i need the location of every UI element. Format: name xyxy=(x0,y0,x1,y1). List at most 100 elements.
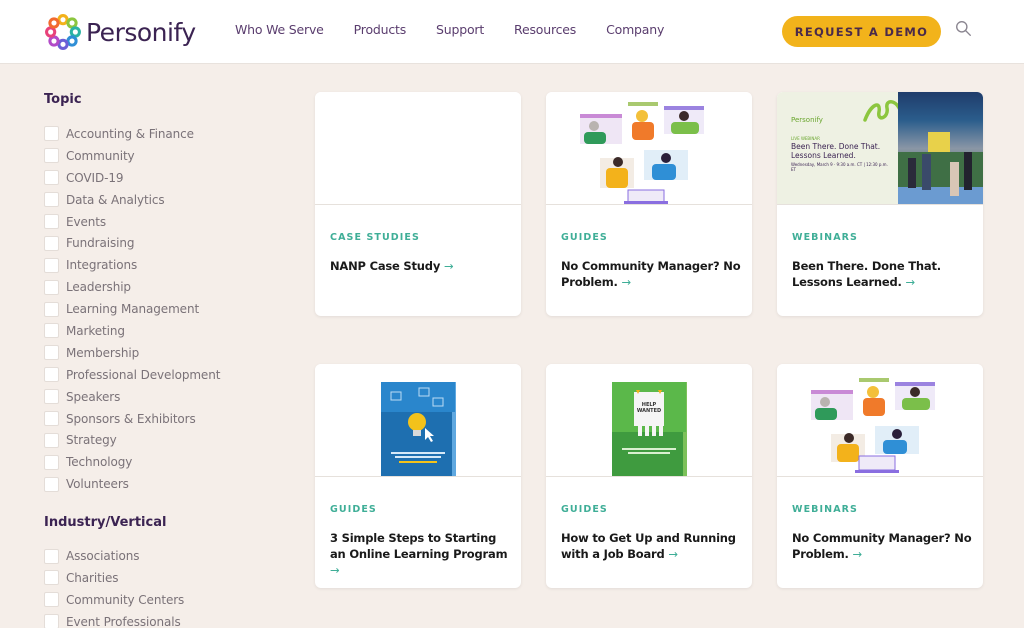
checkbox[interactable] xyxy=(44,614,59,628)
card-category: GUIDES xyxy=(561,232,608,243)
nav-resources[interactable]: Resources xyxy=(514,22,576,37)
card-title[interactable]: No Community Manager? No Problem. → xyxy=(561,258,741,290)
filter-volunteers[interactable]: Volunteers xyxy=(44,473,284,495)
filter-event-professionals[interactable]: Event Professionals xyxy=(44,611,284,628)
filter-speakers[interactable]: Speakers xyxy=(44,386,284,408)
card-category: GUIDES xyxy=(561,504,608,515)
checkbox[interactable] xyxy=(44,570,59,586)
checkbox[interactable] xyxy=(44,389,59,405)
filter-marketing[interactable]: Marketing xyxy=(44,320,284,342)
filter-label: Technology xyxy=(66,455,133,470)
industry-heading: Industry/Vertical xyxy=(44,515,167,531)
card-title[interactable]: NANP Case Study → xyxy=(330,258,510,274)
flower-logo-icon xyxy=(45,14,81,50)
nav-products[interactable]: Products xyxy=(354,22,407,37)
request-demo-button[interactable]: REQUEST A DEMO xyxy=(782,16,941,47)
filter-accounting-finance[interactable]: Accounting & Finance xyxy=(44,123,284,145)
nav-company[interactable]: Company xyxy=(606,22,664,37)
card-category: WEBINARS xyxy=(792,232,859,243)
checkbox[interactable] xyxy=(44,454,59,470)
filter-strategy[interactable]: Strategy xyxy=(44,429,284,451)
filter-label: Marketing xyxy=(66,323,125,338)
filter-label: Sponsors & Exhibitors xyxy=(66,411,196,426)
card-title[interactable]: No Community Manager? No Problem. → xyxy=(792,530,972,562)
filter-leadership[interactable]: Leadership xyxy=(44,276,284,298)
filter-label: Speakers xyxy=(66,389,121,404)
checkbox[interactable] xyxy=(44,476,59,492)
checkbox[interactable] xyxy=(44,126,59,142)
industry-filter-list: Associations Charities Community Centers… xyxy=(44,545,284,628)
arrow-right-icon: → xyxy=(852,547,863,561)
checkbox[interactable] xyxy=(44,257,59,273)
filter-label: Leadership xyxy=(66,280,131,295)
resource-card[interactable]: CASE STUDIES NANP Case Study → xyxy=(315,92,521,316)
filter-label: Professional Development xyxy=(66,367,221,382)
search-icon xyxy=(955,21,971,36)
filter-label: Accounting & Finance xyxy=(66,126,194,141)
resource-card[interactable]: GUIDES No Community Manager? No Problem.… xyxy=(546,92,752,316)
resource-card[interactable]: HELP WANTED GUIDES How to Get Up and Run… xyxy=(546,364,752,588)
checkbox[interactable] xyxy=(44,192,59,208)
filter-label: Community xyxy=(66,148,135,163)
filter-label: Strategy xyxy=(66,433,117,448)
topic-filter-list: Accounting & Finance Community COVID-19 … xyxy=(44,123,284,495)
filter-label: Volunteers xyxy=(66,477,129,492)
card-title[interactable]: 3 Simple Steps to Starting an Online Lea… xyxy=(330,530,510,578)
checkbox[interactable] xyxy=(44,592,59,608)
filter-integrations[interactable]: Integrations xyxy=(44,254,284,276)
filter-membership[interactable]: Membership xyxy=(44,342,284,364)
resource-card[interactable]: Personify LIVE WEBINAR Been There. Done … xyxy=(777,92,983,316)
checkbox[interactable] xyxy=(44,432,59,448)
card-title[interactable]: How to Get Up and Running with a Job Boa… xyxy=(561,530,741,562)
checkbox[interactable] xyxy=(44,411,59,427)
search-button[interactable] xyxy=(953,20,973,40)
people-illustration-icon xyxy=(580,102,704,204)
filter-charities[interactable]: Charities xyxy=(44,567,284,589)
nav-support[interactable]: Support xyxy=(436,22,484,37)
arrow-right-icon: → xyxy=(668,547,678,561)
checkbox[interactable] xyxy=(44,214,59,229)
checkbox[interactable] xyxy=(44,279,59,295)
filter-label: Membership xyxy=(66,345,140,360)
card-title[interactable]: Been There. Done That. Lessons Learned. … xyxy=(792,258,972,290)
blue-book-icon xyxy=(381,382,456,476)
checkbox[interactable] xyxy=(44,148,59,164)
filter-label: Event Professionals xyxy=(66,614,181,628)
filter-sponsors-exhibitors[interactable]: Sponsors & Exhibitors xyxy=(44,408,284,430)
checkbox[interactable] xyxy=(44,235,59,251)
card-title-text: No Community Manager? No Problem. xyxy=(792,531,972,561)
filter-fundraising[interactable]: Fundraising xyxy=(44,232,284,254)
filter-technology[interactable]: Technology xyxy=(44,451,284,473)
card-image-blank xyxy=(315,92,521,205)
checkbox[interactable] xyxy=(44,170,59,186)
filter-associations[interactable]: Associations xyxy=(44,545,284,567)
expo-photo xyxy=(898,92,983,204)
checkbox[interactable] xyxy=(44,323,59,339)
promo-title: Been There. Done That. Lessons Learned. xyxy=(791,142,881,160)
promo-brand: Personify xyxy=(791,116,823,124)
filter-covid-19[interactable]: COVID-19 xyxy=(44,167,284,189)
resource-card[interactable]: GUIDES 3 Simple Steps to Starting an Onl… xyxy=(315,364,521,588)
filter-events[interactable]: Events xyxy=(44,211,284,233)
checkbox[interactable] xyxy=(44,301,59,317)
filter-professional-development[interactable]: Professional Development xyxy=(44,364,284,386)
checkbox[interactable] xyxy=(44,548,59,564)
filter-sidebar: Topic Accounting & Finance Community COV… xyxy=(44,92,284,628)
filter-label: Fundraising xyxy=(66,236,135,251)
crowd-photo-icon xyxy=(898,132,983,204)
people-illustration-icon xyxy=(811,378,935,473)
filter-data-analytics[interactable]: Data & Analytics xyxy=(44,189,284,211)
promo-kicker: LIVE WEBINAR xyxy=(791,136,820,141)
site-header: Personify Who We Serve Products Support … xyxy=(0,0,1024,64)
checkbox[interactable] xyxy=(44,345,59,361)
arrow-right-icon: → xyxy=(330,563,340,577)
filter-community[interactable]: Community xyxy=(44,145,284,167)
filter-community-centers[interactable]: Community Centers xyxy=(44,589,284,611)
card-title-text: NANP Case Study xyxy=(330,259,441,273)
checkbox[interactable] xyxy=(44,367,59,383)
nav-who-we-serve[interactable]: Who We Serve xyxy=(235,22,324,37)
resource-card[interactable]: WEBINARS No Community Manager? No Proble… xyxy=(777,364,983,588)
personify-logo[interactable]: Personify xyxy=(44,12,196,52)
filter-learning-management[interactable]: Learning Management xyxy=(44,298,284,320)
ebook-cover-image: HELP WANTED xyxy=(546,364,752,477)
